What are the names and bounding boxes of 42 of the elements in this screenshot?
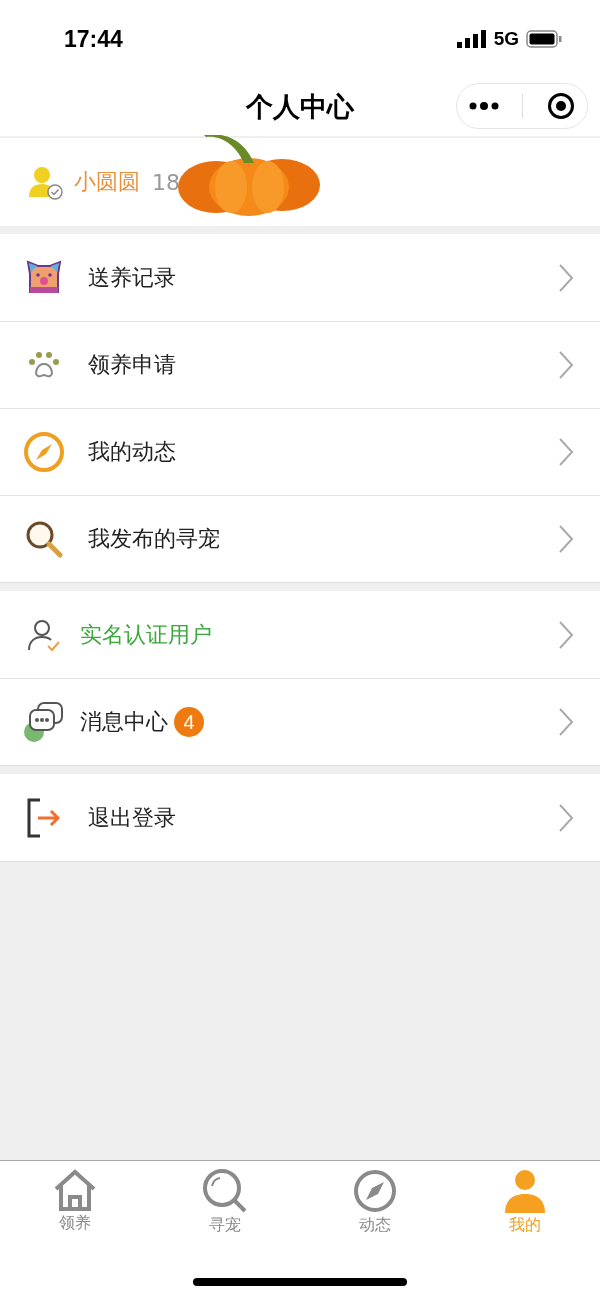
menu-label: 我的动态 [88, 438, 176, 466]
chevron-right-icon [558, 524, 574, 554]
menu-label: 我发布的寻宠 [88, 525, 220, 553]
menu-item[interactable]: 我发布的寻宠 [0, 495, 600, 582]
battery-icon [526, 30, 562, 48]
logout-icon [26, 797, 62, 838]
tab-item[interactable]: 领养 [0, 1169, 150, 1236]
paw-icon [27, 350, 61, 380]
chevron-right-icon [558, 707, 574, 737]
unread-count: 4 [174, 707, 204, 737]
network-label: 5G [493, 28, 519, 50]
tab-item[interactable]: 寻宠 [150, 1169, 300, 1236]
compass-icon [353, 1169, 397, 1213]
menu-item[interactable]: 送养记录 [0, 234, 600, 321]
menu-label: 消息中心 [80, 708, 168, 736]
menu-label: 退出登录 [88, 803, 176, 832]
search-icon [202, 1169, 248, 1213]
phone-number: 18 [152, 169, 180, 195]
user-name: 小圆圆 [74, 168, 140, 196]
compass-icon [23, 431, 65, 473]
tab-item[interactable]: 动态 [300, 1169, 450, 1236]
search-icon [24, 519, 64, 559]
menu-item[interactable]: 我的动态 [0, 408, 600, 495]
chevron-right-icon [558, 262, 574, 293]
menu-label: 送养记录 [88, 263, 176, 292]
menu-label: 实名认证用户 [80, 620, 212, 649]
page-title: 个人中心 [246, 90, 354, 124]
more-icon[interactable] [468, 102, 499, 110]
chat-bubbles-icon [22, 700, 66, 744]
menu-item[interactable]: 领养申请 [0, 321, 600, 408]
chevron-right-icon [558, 619, 574, 650]
signal-icon [456, 30, 487, 48]
menu-label: 领养申请 [88, 351, 176, 379]
close-target-icon[interactable] [547, 92, 576, 120]
menu-item[interactable]: 退出登录 [0, 774, 600, 861]
home-icon [52, 1169, 98, 1211]
chevron-right-icon [558, 437, 574, 467]
menu-item[interactable]: 消息中心 4 [0, 678, 600, 765]
chevron-right-icon [558, 802, 574, 833]
chevron-right-icon [558, 350, 574, 380]
person-icon [504, 1169, 546, 1213]
clock-time: 17:44 [64, 25, 123, 53]
